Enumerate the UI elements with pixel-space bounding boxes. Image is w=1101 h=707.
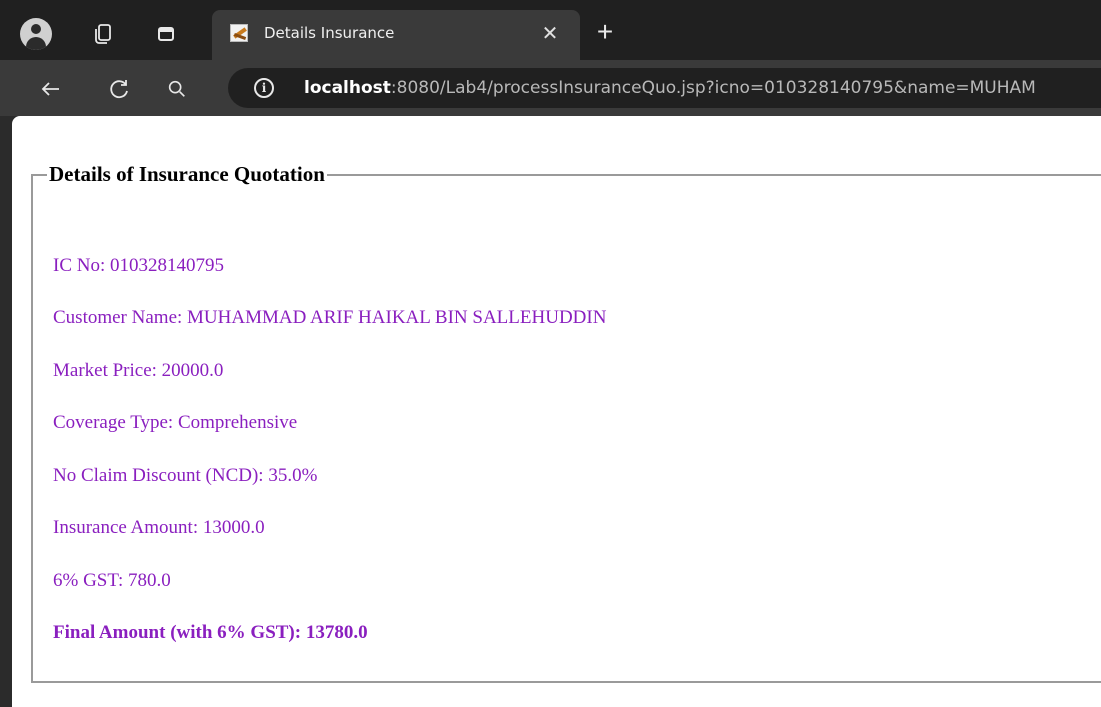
site-info-icon[interactable]: i bbox=[254, 78, 274, 98]
ncd-line: No Claim Discount (NCD): 35.0% bbox=[53, 465, 318, 486]
coverage-type-line: Coverage Type: Comprehensive bbox=[53, 412, 298, 433]
profile-avatar-icon[interactable] bbox=[20, 18, 52, 50]
tab-favicon-icon bbox=[230, 24, 248, 42]
tab-strip: Details Insurance ✕ + bbox=[0, 0, 1101, 60]
search-icon[interactable] bbox=[162, 74, 192, 104]
ic-no-line: IC No: 010328140795 bbox=[53, 255, 224, 276]
back-arrow-icon[interactable] bbox=[36, 74, 66, 104]
market-price-line: Market Price: 20000.0 bbox=[53, 360, 224, 381]
gst-line: 6% GST: 780.0 bbox=[53, 570, 171, 591]
url-host: localhost bbox=[304, 78, 391, 98]
quotation-fieldset: Details of Insurance Quotation IC No: 01… bbox=[31, 162, 1101, 683]
workspaces-icon[interactable] bbox=[90, 20, 118, 48]
tab-close-icon[interactable]: ✕ bbox=[538, 22, 562, 46]
tab-actions-icon[interactable] bbox=[152, 20, 180, 48]
url-text[interactable]: localhost:8080/Lab4/processInsuranceQuo.… bbox=[304, 78, 1036, 98]
address-bar[interactable]: i localhost:8080/Lab4/processInsuranceQu… bbox=[228, 68, 1101, 108]
new-tab-icon[interactable]: + bbox=[590, 17, 620, 47]
fieldset-legend: Details of Insurance Quotation bbox=[47, 162, 327, 187]
page-viewport: Details of Insurance Quotation IC No: 01… bbox=[12, 116, 1101, 707]
browser-toolbar: i localhost:8080/Lab4/processInsuranceQu… bbox=[0, 60, 1101, 116]
customer-name-line: Customer Name: MUHAMMAD ARIF HAIKAL BIN … bbox=[53, 307, 607, 328]
reload-icon[interactable] bbox=[104, 74, 134, 104]
url-path: :8080/Lab4/processInsuranceQuo.jsp?icno=… bbox=[390, 78, 1036, 98]
insurance-amount-line: Insurance Amount: 13000.0 bbox=[53, 517, 265, 538]
active-tab[interactable]: Details Insurance ✕ bbox=[212, 10, 580, 60]
tab-title: Details Insurance bbox=[264, 24, 395, 42]
final-amount-line: Final Amount (with 6% GST): 13780.0 bbox=[53, 622, 368, 643]
